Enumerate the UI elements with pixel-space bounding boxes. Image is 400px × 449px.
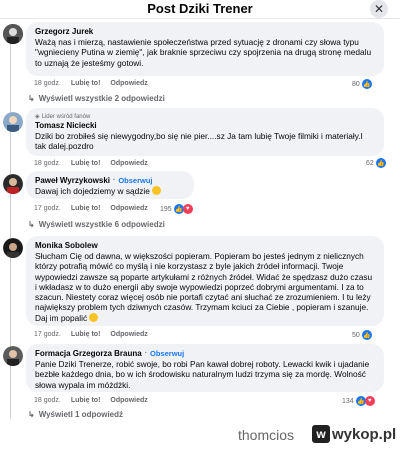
comment-text: Dziki bo zrobiłeś się niewygodny,bo się … [35,131,363,152]
reply-button[interactable]: Odpowiedz [110,397,147,404]
post-header: Post Dziki Trener ✕ [0,0,400,19]
reply-arrow-icon: ↳ [28,220,35,229]
heart-reaction-icon: ♥ [182,204,193,214]
like-reaction-icon: 👍 [361,79,372,89]
reply-button[interactable]: Odpowiedz [110,160,147,167]
reaction-number: 195 [160,205,172,213]
like-button[interactable]: Lubię to! [71,205,101,212]
like-reaction-icon: 👍 [375,158,386,168]
reaction-count[interactable]: 50 👍 [352,330,372,340]
watermark-footer: thomcios w wykop.pl [0,421,400,449]
reply-button[interactable]: Odpowiedz [110,205,147,212]
comment-author[interactable]: Tomasz Niciecki [35,121,375,131]
reaction-count[interactable]: 195 👍 ♥ [160,204,193,214]
follow-button[interactable]: Obserwuj [118,176,152,186]
comment-bubble: Grzegorz Jurek Ważą nas i mierzą, nastaw… [26,22,384,76]
comment-author[interactable]: Monika Sobolew [35,241,375,251]
post-title: Post Dziki Trener [147,1,253,16]
reaction-number: 134 [342,397,354,405]
comment-text-row: Dawaj ich dojedziemy w sądzie [35,186,185,196]
reaction-count[interactable]: 62 👍 [366,158,386,168]
comment-text: Dawaj ich dojedziemy w sądzie [35,186,150,196]
comment-author[interactable]: Formacja Grzegorza Brauna [35,349,142,359]
comment-time[interactable]: 17 godz. [34,331,61,338]
comment-actions: 18 godz. Lubię to! Odpowiedz [34,160,148,167]
view-replies-label: Wyświetl wszystkie 6 odpowiedzi [38,220,165,229]
comment-bubble: Monika Sobolew Słucham Cię od dawna, w w… [26,236,384,326]
wykop-logo-icon: w [312,425,330,443]
top-fan-badge: ◈ Lider wśród fanów [35,113,375,121]
comment-actions: 18 godz. Lubię to! Odpowiedz [34,80,148,87]
comment-time[interactable]: 18 godz. [34,80,61,87]
view-replies-link[interactable]: ↳ Wyświetl 1 odpowiedź [28,410,123,419]
like-button[interactable]: Lubię to! [71,331,101,338]
comment-actions: 17 godz. Lubię to! Odpowiedz [34,331,148,338]
avatar-image [3,346,23,366]
comment-time[interactable]: 17 godz. [34,205,61,212]
comment-actions: 18 godz. Lubię to! Odpowiedz [34,397,148,404]
reaction-count[interactable]: 80 👍 [352,79,372,89]
comment-text: Panie Dziki Trenerze, robić swoje, bo ro… [35,359,370,390]
avatar[interactable] [3,238,23,258]
reply-arrow-icon: ↳ [28,94,35,103]
avatar-image [3,112,23,132]
comment-bubble: Formacja Grzegorza Brauna · Obserwuj Pan… [26,344,384,392]
avatar-image [3,24,23,44]
like-button[interactable]: Lubię to! [71,80,101,87]
avatar[interactable] [3,174,23,194]
avatar[interactable] [3,346,23,366]
comment-author-row: Formacja Grzegorza Brauna · Obserwuj [35,349,375,359]
comment-author[interactable]: Grzegorz Jurek [35,27,375,37]
comment-bubble: Paweł Wyrzykowski · Obserwuj Dawaj ich d… [26,171,194,199]
view-replies-label: Wyświetl 1 odpowiedź [38,410,124,419]
avatar-image [3,238,23,258]
reply-button[interactable]: Odpowiedz [110,331,147,338]
watermark-username: thomcios [238,427,295,443]
comment-text-row: Słucham Cię od dawna, w większości popie… [35,251,375,323]
like-reaction-icon: 👍 [361,330,372,340]
close-button[interactable]: ✕ [370,0,388,18]
wykop-logo: w wykop.pl [312,425,396,443]
view-replies-label: Wyświetl wszystkie 2 odpowiedzi [38,94,165,103]
reply-arrow-icon: ↳ [28,410,35,419]
heart-reaction-icon: ♥ [364,396,375,406]
comment-actions: 17 godz. Lubię to! Odpowiedz [34,205,148,212]
reaction-number: 80 [352,80,360,88]
comment-text: Słucham Cię od dawna, w większości popie… [35,251,373,323]
like-button[interactable]: Lubię to! [71,397,101,404]
reply-button[interactable]: Odpowiedz [110,80,147,87]
wykop-site-name: wykop.pl [332,425,397,443]
reaction-number: 62 [366,159,374,167]
separator-dot: · [144,350,148,357]
diamond-icon: ◈ [35,114,40,120]
follow-button[interactable]: Obserwuj [150,349,184,359]
comment-bubble: ◈ Lider wśród fanów Tomasz Niciecki Dzik… [26,108,384,156]
top-fan-label: Lider wśród fanów [41,114,91,120]
view-replies-link[interactable]: ↳ Wyświetl wszystkie 2 odpowiedzi [28,94,165,103]
comment-author-row: Paweł Wyrzykowski · Obserwuj [35,176,185,186]
separator-dot: · [113,177,116,184]
reaction-number: 50 [352,331,360,339]
avatar[interactable] [3,112,23,132]
avatar-image [3,174,23,194]
close-icon: ✕ [373,2,385,16]
comment-time[interactable]: 18 godz. [34,160,61,167]
comment-author[interactable]: Paweł Wyrzykowski [35,176,110,186]
view-replies-link[interactable]: ↳ Wyświetl wszystkie 6 odpowiedzi [28,220,165,229]
comment-time[interactable]: 18 godz. [34,397,61,404]
smile-emoji-icon [89,312,99,322]
avatar[interactable] [3,24,23,44]
comment-text: Ważą nas i mierzą, nastawienie społeczeń… [35,37,372,68]
smile-emoji-icon [152,186,162,195]
like-button[interactable]: Lubię to! [71,160,101,167]
reaction-count[interactable]: 134 👍 ♥ [342,396,375,406]
